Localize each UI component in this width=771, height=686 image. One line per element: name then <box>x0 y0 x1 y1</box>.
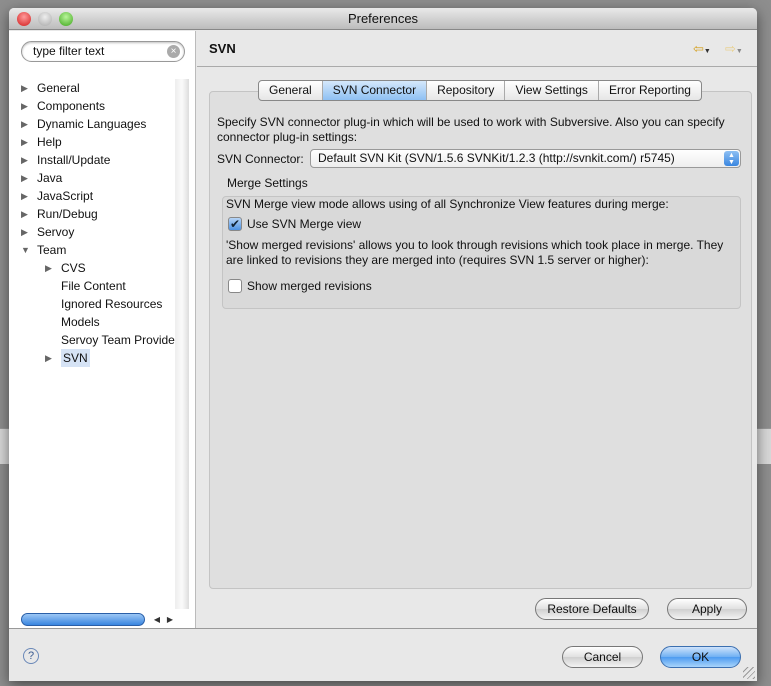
tree-item-label: General <box>37 81 80 95</box>
tree-item[interactable]: ▶ Servoy <box>9 223 175 241</box>
tree-item-label: File Content <box>61 279 126 293</box>
clear-icon[interactable]: × <box>167 45 180 58</box>
use-merge-view-checkbox[interactable]: ✔ <box>228 217 242 231</box>
use-merge-view-label[interactable]: Use SVN Merge view <box>247 217 361 232</box>
tree-item-label: Run/Debug <box>37 207 98 221</box>
expand-triangle-icon[interactable]: ▶ <box>21 223 28 241</box>
tab-view-settings[interactable]: View Settings <box>505 81 599 100</box>
tree-item-label: SVN <box>61 349 90 367</box>
tree-item[interactable]: File Content <box>9 277 175 295</box>
svn-connector-select[interactable]: Default SVN Kit (SVN/1.5.6 SVNKit/1.2.3 … <box>310 149 741 168</box>
expand-triangle-icon[interactable]: ▶ <box>21 115 28 133</box>
tree-item-label: Install/Update <box>37 153 111 167</box>
close-button[interactable] <box>17 12 31 26</box>
scroll-thumb[interactable] <box>21 613 145 626</box>
tree-item[interactable]: ▶ Install/Update <box>9 151 175 169</box>
tree-item-label: CVS <box>61 261 86 275</box>
tree-item-label: Dynamic Languages <box>37 117 147 131</box>
show-merged-revisions-label[interactable]: Show merged revisions <box>247 279 372 294</box>
merge-view-description: SVN Merge view mode allows using of all … <box>226 197 669 211</box>
tree-item[interactable]: ▶ General <box>9 79 175 97</box>
tab-general[interactable]: General <box>259 81 323 100</box>
minimize-button[interactable] <box>38 12 52 26</box>
forward-arrow-icon[interactable]: ⇨▼ <box>725 41 743 57</box>
tree-item[interactable]: ▶ Run/Debug <box>9 205 175 223</box>
tree-item[interactable]: Servoy Team Provider <box>9 331 179 349</box>
preferences-dialog: Preferences type filter text × ▶ General ▶… <box>9 8 757 681</box>
collapse-triangle-icon[interactable]: ▼ <box>21 241 30 259</box>
sidebar: type filter text × ▶ General ▶ Components ▶ D… <box>9 31 196 629</box>
restore-defaults-button[interactable]: Restore Defaults <box>535 598 649 620</box>
apply-button[interactable]: Apply <box>667 598 747 620</box>
divider <box>197 66 757 67</box>
tree-item[interactable]: ▶ Help <box>9 133 175 151</box>
title-bar: Preferences <box>9 8 757 30</box>
cancel-button[interactable]: Cancel <box>562 646 643 668</box>
scroll-left-icon[interactable]: ◀ <box>151 613 163 626</box>
tree-item[interactable]: Models <box>9 313 175 331</box>
tree-item[interactable]: ▶ JavaScript <box>9 187 175 205</box>
page-title: SVN <box>209 41 236 56</box>
window-title: Preferences <box>347 11 419 26</box>
preference-page: SVN ⇦▼ ⇨▼ General SVN Connector Reposito… <box>197 31 757 629</box>
tree-item-label: Java <box>37 171 63 185</box>
select-arrows-icon: ▲ ▼ <box>724 151 739 166</box>
tree-item[interactable]: ▼ Team <box>9 241 175 259</box>
connector-description: Specify SVN connector plug-in which will… <box>217 115 725 144</box>
expand-triangle-icon[interactable]: ▶ <box>21 187 28 205</box>
expand-triangle-icon[interactable]: ▶ <box>45 259 52 277</box>
horizontal-scrollbar[interactable]: ◀ ▶ <box>21 612 177 627</box>
tab-repository[interactable]: Repository <box>427 81 506 100</box>
tree-item-label: Ignored Resources <box>61 297 163 311</box>
merge-settings-title: Merge Settings <box>227 176 308 190</box>
show-merged-revisions-checkbox[interactable] <box>228 279 242 293</box>
vertical-scrollbar[interactable] <box>175 79 189 609</box>
tree-item[interactable]: Ignored Resources <box>9 295 175 313</box>
filter-placeholder: type filter text <box>33 44 105 58</box>
tree-item[interactable]: ▶ Components <box>9 97 175 115</box>
tree-item[interactable]: ▶ SVN <box>9 349 175 367</box>
tab-error-reporting[interactable]: Error Reporting <box>599 81 701 100</box>
zoom-button[interactable] <box>59 12 73 26</box>
help-icon[interactable]: ? <box>23 648 39 664</box>
tree-item-label: Components <box>37 99 106 113</box>
tab-svn-connector[interactable]: SVN Connector <box>322 81 428 100</box>
back-arrow-icon[interactable]: ⇦▼ <box>693 41 711 57</box>
ok-button[interactable]: OK <box>660 646 741 668</box>
connector-label: SVN Connector: <box>217 152 304 166</box>
tree-item-label: Servoy Team Provider <box>61 333 179 347</box>
tree-item-label: Servoy <box>37 225 75 239</box>
expand-triangle-icon[interactable]: ▶ <box>21 133 28 151</box>
expand-triangle-icon[interactable]: ▶ <box>21 79 28 97</box>
expand-triangle-icon[interactable]: ▶ <box>21 169 28 187</box>
tab-bar: General SVN Connector Repository View Se… <box>258 80 702 101</box>
resize-grip-icon[interactable] <box>743 667 755 679</box>
tree-item-label: Team <box>37 243 67 257</box>
preference-tree: ▶ General ▶ Components ▶ Dynamic Languages ▶ He… <box>9 79 179 367</box>
merged-revisions-description: 'Show merged revisions' allows you to lo… <box>226 238 724 267</box>
filter-input[interactable]: type filter text × <box>21 41 185 62</box>
tree-item[interactable]: ▶ CVS <box>9 259 175 277</box>
expand-triangle-icon[interactable]: ▶ <box>21 151 28 169</box>
scroll-right-icon[interactable]: ▶ <box>164 613 176 626</box>
tree-item[interactable]: ▶ Dynamic Languages <box>9 115 175 133</box>
tree-item-label: Help <box>37 135 62 149</box>
connector-value: Default SVN Kit (SVN/1.5.6 SVNKit/1.2.3 … <box>318 151 675 165</box>
tree-item-label: JavaScript <box>37 189 94 203</box>
dialog-footer-divider <box>9 628 757 629</box>
tree-item[interactable]: ▶ Java <box>9 169 175 187</box>
expand-triangle-icon[interactable]: ▶ <box>21 97 28 115</box>
expand-triangle-icon[interactable]: ▶ <box>45 349 52 367</box>
tree-item-label: Models <box>61 315 100 329</box>
expand-triangle-icon[interactable]: ▶ <box>21 205 28 223</box>
